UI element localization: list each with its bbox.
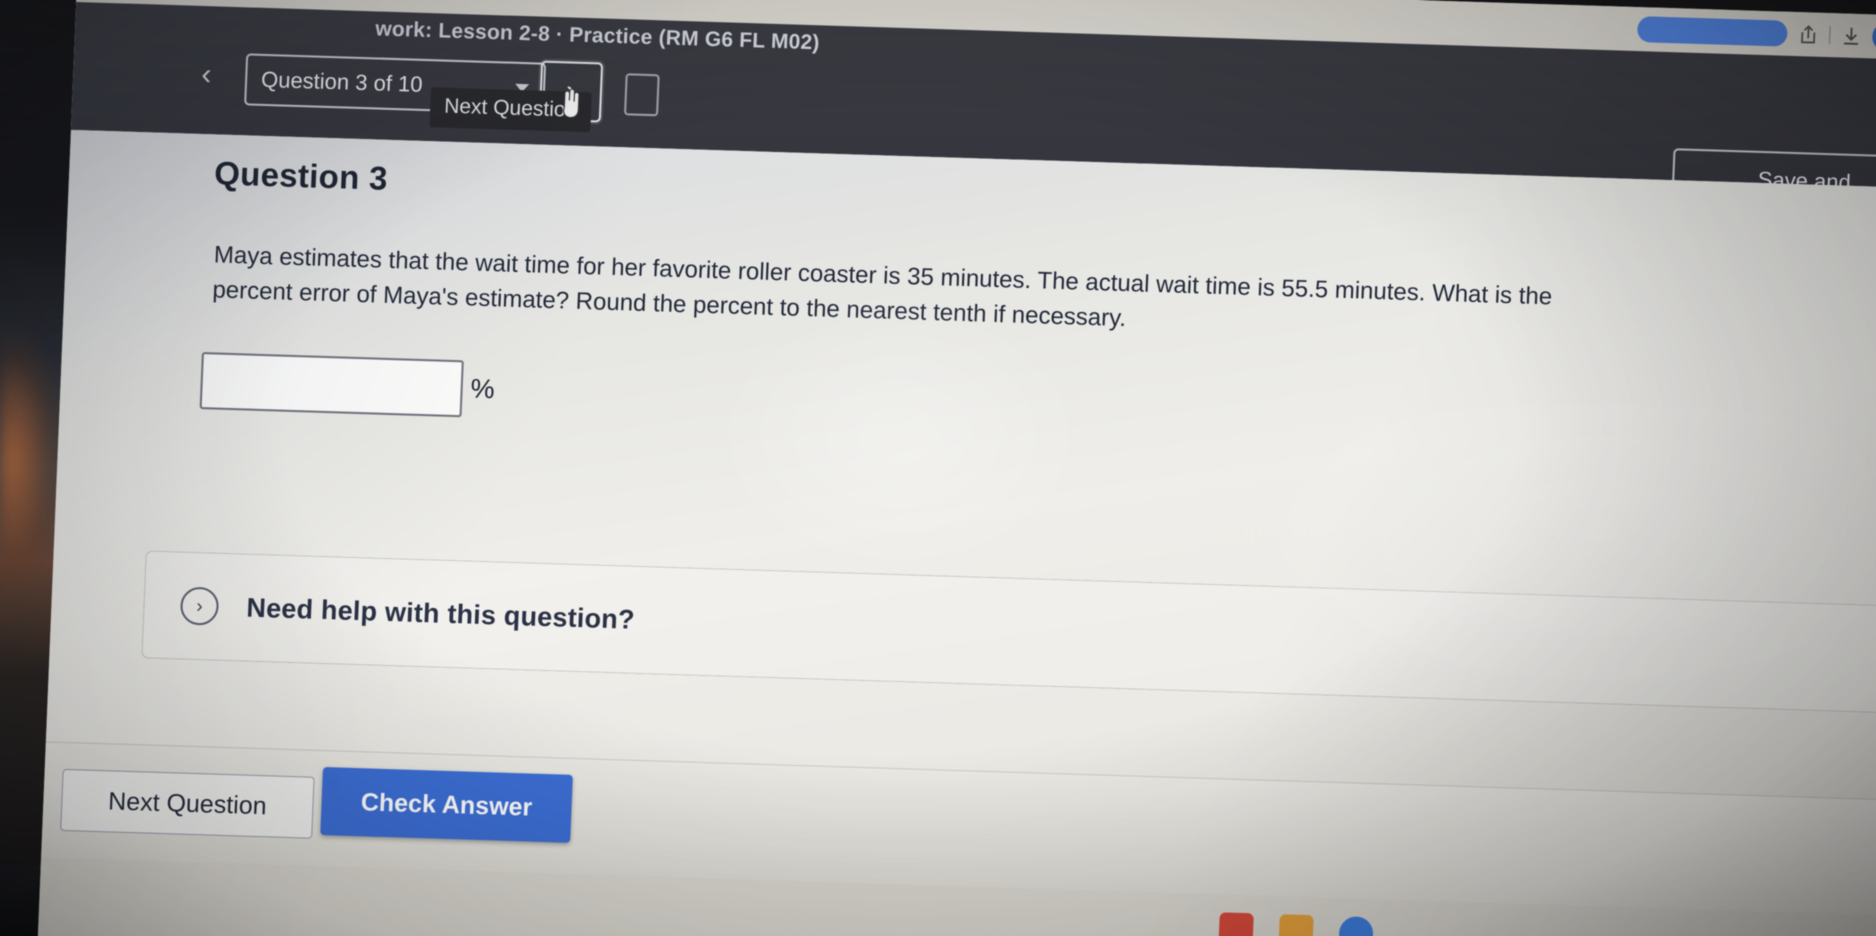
chevron-left-icon[interactable]: ‹: [193, 58, 220, 91]
chrome-divider: [1828, 26, 1831, 45]
check-answer-button-label: Check Answer: [360, 787, 533, 822]
question-text: Maya estimates that the wait time for he…: [211, 241, 1553, 332]
browser-toolbar-pill[interactable]: [1636, 16, 1788, 47]
next-question-button[interactable]: Next Question: [60, 768, 315, 839]
assignment-title: work: Lesson 2-8 · Practice (RM G6 FL M0…: [374, 17, 821, 55]
need-help-label: Need help with this question?: [245, 592, 636, 635]
check-answer-button[interactable]: Check Answer: [320, 767, 573, 843]
flag-question-button[interactable]: [624, 73, 660, 117]
profile-avatar-icon[interactable]: [1871, 21, 1876, 53]
screenshot-root: work: Lesson 2-8 · Practice (RM G6 FL M0…: [0, 0, 1876, 936]
answer-row: %: [199, 352, 496, 418]
answer-input[interactable]: [199, 352, 464, 418]
page-title: Question 3: [213, 154, 389, 197]
question-content-area: Question 3 Maya estimates that the wait …: [45, 129, 1876, 800]
ambient-glare-left: [0, 330, 60, 590]
chevron-right-circle-icon: ›: [179, 586, 220, 626]
download-icon[interactable]: [1840, 24, 1863, 47]
monitor-screen: work: Lesson 2-8 · Practice (RM G6 FL M0…: [35, 0, 1876, 936]
taskbar-app-icon[interactable]: [1278, 914, 1314, 936]
taskbar-app-icon[interactable]: [1218, 912, 1254, 936]
need-help-row[interactable]: › Need help with this question?: [142, 551, 1876, 712]
taskbar-app-icon[interactable]: [1338, 916, 1374, 936]
share-icon[interactable]: [1797, 23, 1820, 46]
next-question-tooltip: Next Question: [429, 87, 593, 133]
next-question-button-label: Next Question: [107, 786, 268, 820]
need-help-panel[interactable]: › Need help with this question?: [141, 550, 1876, 714]
percent-unit-label: %: [470, 373, 496, 405]
